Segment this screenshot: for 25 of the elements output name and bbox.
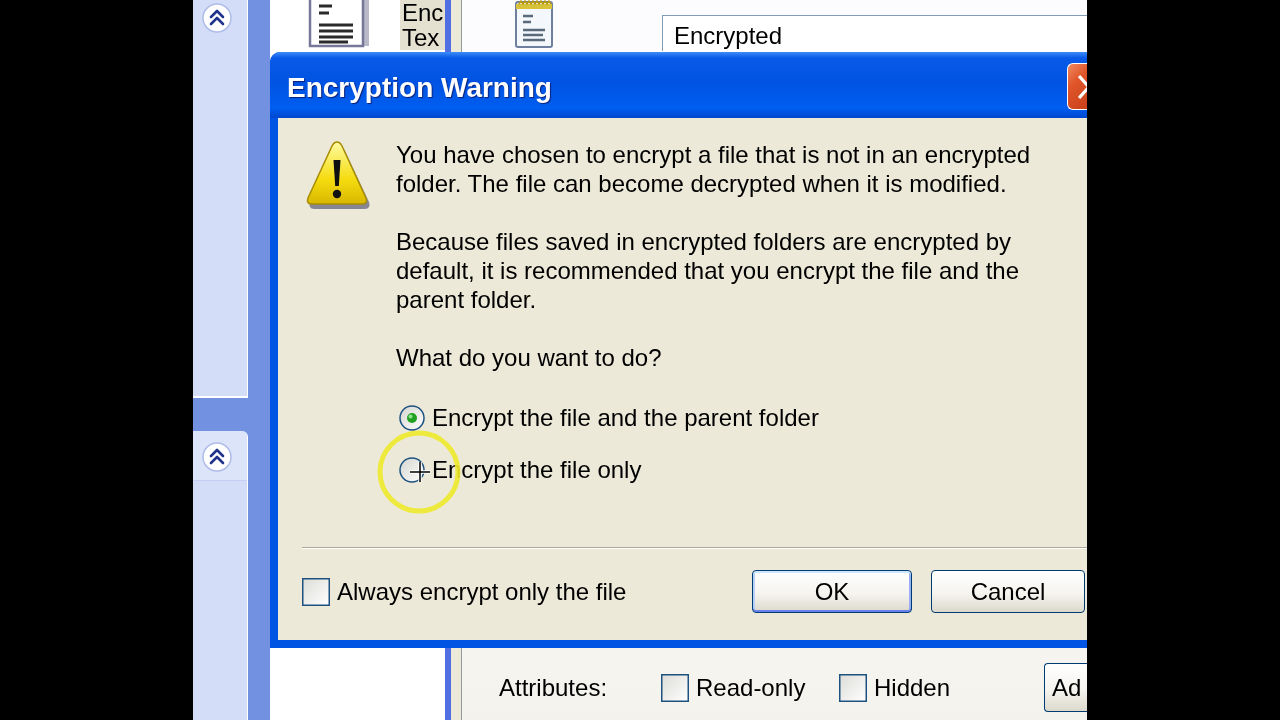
radio-button[interactable] <box>399 405 425 431</box>
document-icon[interactable] <box>308 0 370 48</box>
attributes-label: Attributes: <box>499 673 609 702</box>
double-chevron-up-icon[interactable] <box>202 3 232 33</box>
message-text: Because files saved in encrypted folders are encrypted by default, it is recommended that you encrypt the file and the parent folder. <box>396 227 1021 314</box>
radio-label[interactable]: Encrypt the file and the parent folder <box>432 404 819 432</box>
close-button[interactable] <box>1067 63 1087 110</box>
name-field[interactable]: Encrypted <box>662 15 1087 51</box>
ok-button[interactable]: OK <box>752 570 912 613</box>
question-text: What do you want to do? <box>396 343 663 372</box>
notepad-icon <box>513 0 555 48</box>
checkbox-label[interactable]: Always encrypt only the file <box>337 577 627 606</box>
advanced-button[interactable]: Ad <box>1044 663 1087 712</box>
cancel-button[interactable]: Cancel <box>931 570 1085 613</box>
checkbox[interactable] <box>661 673 689 702</box>
checkbox-label[interactable]: Hidden <box>874 673 951 702</box>
checkbox-label[interactable]: Read-only <box>696 673 806 702</box>
message-text: You have chosen to encrypt a file that is not in an encrypted folder. The file can become decrypted when it is modified. <box>396 140 1032 198</box>
radio-button[interactable] <box>399 457 425 483</box>
dialog-title: Encryption Warning <box>287 71 553 105</box>
checkbox[interactable] <box>839 673 867 702</box>
file-label[interactable]: Enc Tex <box>400 0 445 50</box>
checkbox[interactable] <box>302 577 330 606</box>
double-chevron-up-icon[interactable] <box>202 442 232 472</box>
close-icon <box>1078 74 1087 99</box>
